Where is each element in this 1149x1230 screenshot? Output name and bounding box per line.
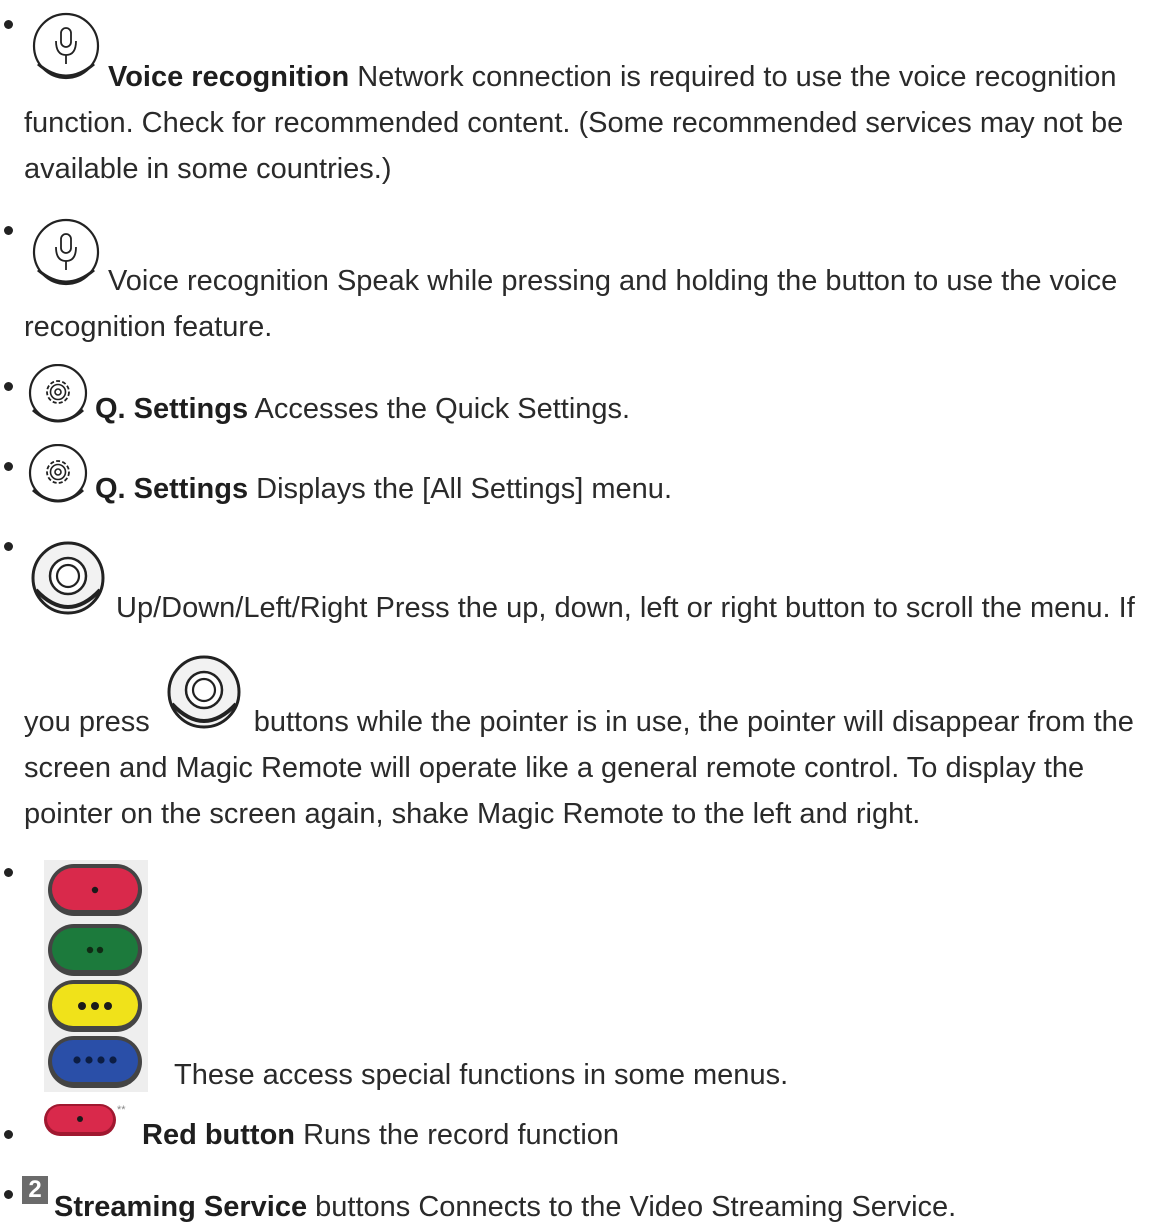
item-text: Q. Settings Accesses the Quick Settings. <box>95 393 631 425</box>
item-text: Streaming Service buttons Connects to th… <box>54 1191 957 1223</box>
item-text-cont: you press buttons while the pointer is in… <box>24 706 1134 830</box>
bullet <box>4 382 13 391</box>
item-text: These access special functions in some m… <box>174 1059 789 1091</box>
item-label: Streaming Service <box>54 1191 308 1223</box>
item-text: Voice recognition Speak while pressing a… <box>24 265 1118 343</box>
item-label: Up/Down/Left/Right <box>116 592 368 624</box>
item-label: Red button <box>142 1119 296 1151</box>
bullet <box>4 542 13 551</box>
bullet <box>4 462 13 471</box>
item-label: Q. Settings <box>95 393 249 425</box>
item-text: Q. Settings Displays the [All Settings] … <box>95 473 672 505</box>
item-label: Voice recognition <box>108 61 350 93</box>
item-label: Voice recognition <box>108 265 329 297</box>
bullet <box>4 226 13 235</box>
bullet <box>4 868 13 877</box>
item-text: Red button Runs the record function <box>142 1119 620 1151</box>
item-label: Q. Settings <box>95 473 249 505</box>
bullet <box>4 1190 13 1199</box>
item-text: Up/Down/Left/Right Press the up, down, l… <box>116 592 1135 624</box>
bullet <box>4 1130 13 1139</box>
bullet <box>4 20 13 29</box>
item-text: Voice recognition Network connection is … <box>24 61 1124 185</box>
